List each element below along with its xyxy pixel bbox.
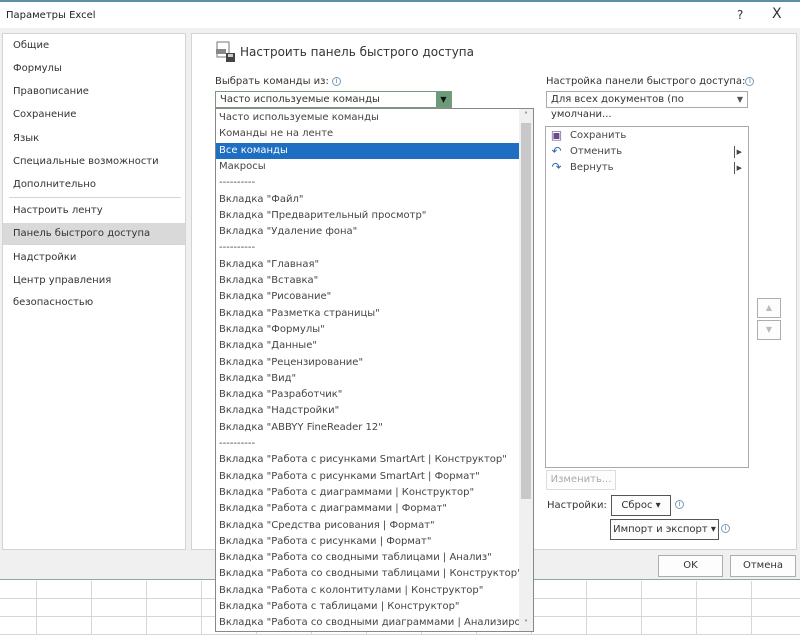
redo-icon: ↷ [551, 160, 562, 174]
dropdown-option[interactable]: Вкладка "Разработчик" [216, 387, 520, 403]
sidebar-item[interactable]: Дополнительно [3, 174, 185, 196]
dropdown-option[interactable]: Вкладка "Работа со сводными диаграммами … [216, 615, 533, 631]
info-icon: i [721, 524, 730, 533]
qat-item[interactable]: ↷ Вернуть ▶ [548, 160, 746, 176]
dropdown-option[interactable]: Вкладка "Вставка" [216, 273, 520, 289]
window-title: Параметры Excel [6, 10, 96, 21]
dropdown-option[interactable]: Вкладка "Предварительный просмотр" [216, 208, 520, 224]
dropdown-option[interactable]: Вкладка "Работа с рисунками SmartArt | К… [216, 452, 520, 468]
dropdown-option[interactable]: ---------- [216, 175, 520, 191]
sidebar-item[interactable]: Настроить ленту [3, 200, 185, 222]
dropdown-option[interactable]: Вкладка "Работа со сводными таблицами | … [216, 550, 520, 566]
help-button[interactable]: ? [737, 8, 743, 22]
sidebar-item[interactable]: Общие [3, 35, 185, 57]
ok-button[interactable]: OK [658, 555, 723, 577]
dropdown-option[interactable]: Вкладка "Разметка страницы" [216, 306, 520, 322]
move-up-button[interactable]: ▲ [757, 298, 781, 318]
dropdown-option[interactable]: Вкладка "Рисование" [216, 289, 520, 305]
info-icon: i [675, 500, 684, 509]
dropdown-option[interactable]: Вкладка "Работа с диаграммами | Формат" [216, 501, 520, 517]
choose-commands-value: Часто используемые команды [220, 94, 380, 105]
divider [9, 197, 181, 198]
choose-commands-text: Выбрать команды из: [215, 76, 329, 87]
chevron-up-icon[interactable]: ˄ [519, 109, 533, 123]
dropdown-option[interactable]: Вкладка "Надстройки" [216, 403, 520, 419]
dropdown-option[interactable]: Все команды [216, 142, 520, 159]
customize-label: Настройка панели быстрого доступа: i [546, 76, 755, 87]
qat-item[interactable]: ▣ Сохранить [548, 128, 746, 144]
dropdown-option[interactable]: Макросы [216, 159, 520, 175]
customize-text: Настройка панели быстрого доступа: [546, 76, 746, 87]
customize-for-select[interactable]: Для всех документов (по умолчани... ▼ [546, 91, 748, 120]
dropdown-option[interactable]: Вкладка "Работа с диаграммами | Конструк… [216, 485, 520, 501]
choose-commands-select[interactable]: Часто используемые команды ▼ [215, 91, 452, 108]
cancel-button[interactable]: Отмена [730, 555, 796, 577]
sidebar-item[interactable]: Формулы [3, 58, 185, 80]
dropdown-option[interactable]: Вкладка "Работа со сводными таблицами | … [216, 566, 522, 582]
chevron-down-icon: ▼ [736, 95, 743, 104]
quick-access-toolbar-icon [216, 41, 235, 62]
dropdown-option[interactable]: Вкладка "Работа с рисунками | Формат" [216, 534, 520, 550]
dropdown-option[interactable]: Вкладка "Средства рисования | Формат" [216, 518, 520, 534]
import-export-button[interactable]: Импорт и экспорт ▾ [610, 519, 719, 540]
dropdown-option[interactable]: Вкладка "Работа с таблицами | Конструкто… [216, 599, 520, 615]
dropdown-option[interactable]: ---------- [216, 436, 520, 452]
choose-commands-label: Выбрать команды из: i [215, 76, 342, 87]
sidebar: Общие Формулы Правописание Сохранение Язык Сп… [2, 33, 186, 550]
qat-item[interactable]: ↶ Отменить ▶ [548, 144, 746, 160]
sidebar-item[interactable]: Специальные возможности [3, 151, 185, 173]
submenu-arrow-icon[interactable]: ▶ [733, 146, 742, 158]
info-icon: i [745, 76, 755, 86]
dropdown-option[interactable]: Вкладка "Рецензирование" [216, 355, 520, 371]
qat-item-label: Сохранить [570, 130, 627, 141]
sidebar-item[interactable]: Язык [3, 128, 185, 150]
qat-commands-list[interactable]: ▣ Сохранить ↶ Отменить ▶ ↷ Вернуть ▶ [545, 126, 749, 468]
sidebar-item[interactable]: Сохранение [3, 104, 185, 126]
sidebar-item[interactable]: Правописание [3, 81, 185, 103]
scrollbar-thumb[interactable] [521, 123, 531, 499]
dropdown-option[interactable]: ---------- [216, 240, 520, 256]
dropdown-option[interactable]: Вкладка "ABBYY FineReader 12" [216, 420, 520, 436]
section-heading: Настроить панель быстрого доступа [240, 45, 474, 59]
chevron-down-icon[interactable]: ▼ [436, 92, 451, 107]
dropdown-option[interactable]: Вкладка "Удаление фона" [216, 224, 520, 240]
title-bar: Параметры Excel ? X [0, 0, 800, 28]
move-down-button[interactable]: ▼ [757, 320, 781, 340]
close-button[interactable]: X [772, 6, 782, 22]
submenu-arrow-icon[interactable]: ▶ [733, 162, 742, 174]
sidebar-item[interactable]: Панель быстрого доступа [3, 223, 185, 245]
dropdown-option[interactable]: Вкладка "Формулы" [216, 322, 520, 338]
sidebar-item[interactable]: Центр управления безопасностью [3, 270, 185, 308]
dropdown-option[interactable]: Команды не на ленте [216, 126, 520, 142]
dropdown-option[interactable]: Вкладка "Данные" [216, 338, 520, 354]
dropdown-option[interactable]: Вкладка "Работа с колонтитулами | Констр… [216, 583, 520, 599]
undo-icon: ↶ [551, 144, 562, 158]
commands-dropdown-list[interactable]: Вкладка "Работа со сводными диаграммами … [215, 108, 534, 632]
info-icon: i [332, 76, 342, 86]
settings-label: Настройки: [547, 500, 607, 511]
sidebar-item[interactable]: Надстройки [3, 247, 185, 269]
reset-button[interactable]: Сброс ▾ [611, 495, 671, 516]
chevron-down-icon[interactable]: ˅ [519, 617, 533, 631]
dropdown-option[interactable]: Вкладка "Файл" [216, 192, 520, 208]
save-icon: ▣ [550, 128, 563, 142]
divider [9, 244, 181, 245]
dropdown-option[interactable]: Вкладка "Главная" [216, 257, 520, 273]
qat-item-label: Отменить [570, 146, 623, 157]
scrollbar[interactable]: ˄ ˅ [519, 109, 533, 631]
dropdown-option[interactable]: Вкладка "Вид" [216, 371, 520, 387]
dropdown-option[interactable]: Часто используемые команды [216, 110, 520, 126]
modify-button[interactable]: Изменить... [546, 470, 616, 490]
dropdown-option[interactable]: Вкладка "Работа с рисунками SmartArt | Ф… [216, 469, 520, 485]
qat-item-label: Вернуть [570, 162, 614, 173]
